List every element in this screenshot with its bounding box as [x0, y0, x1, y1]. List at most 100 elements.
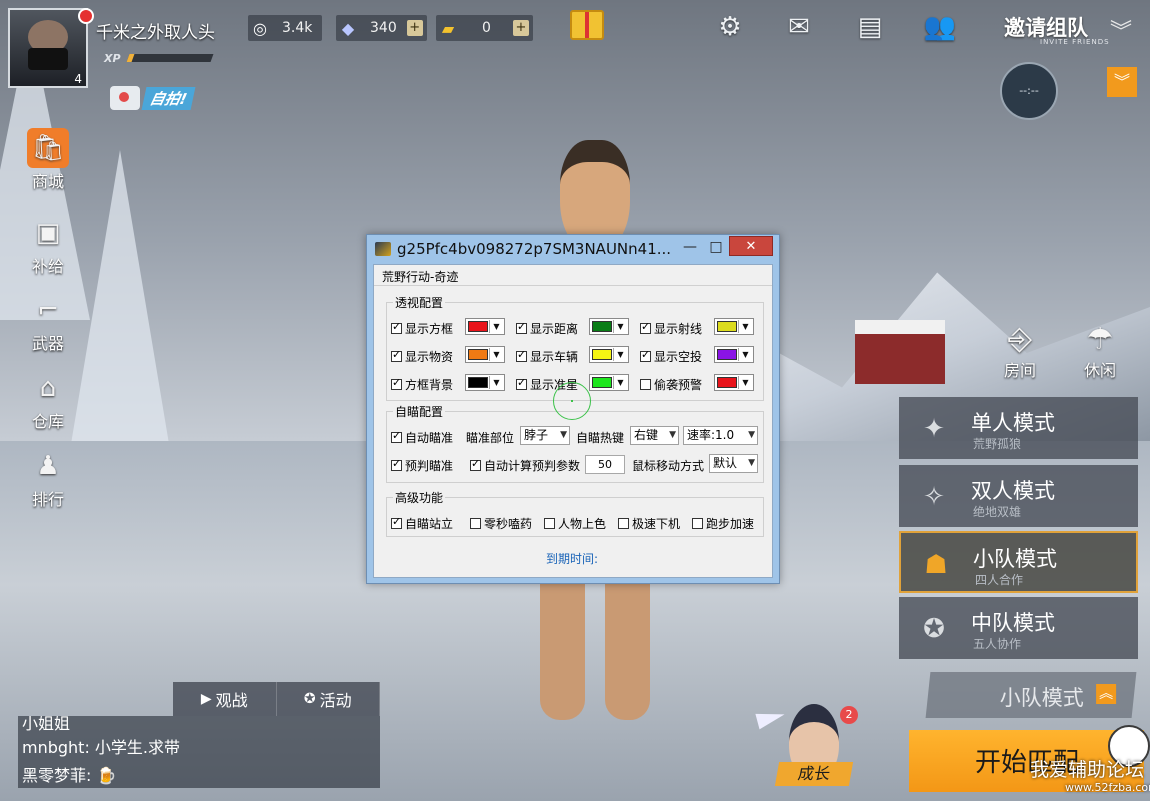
- side-nav-warehouse[interactable]: ⌂ 仓库: [18, 368, 78, 432]
- minimize-button[interactable]: —: [679, 237, 701, 257]
- side-nav-weapons[interactable]: ⌐ 武器: [18, 290, 78, 354]
- ranking-people-icon: ♟: [36, 451, 60, 481]
- door-icon: ⎆: [1008, 322, 1032, 357]
- color-picker[interactable]: ▼: [589, 318, 629, 335]
- player-level: 4: [74, 72, 82, 86]
- tab-events[interactable]: ✪ 活动: [277, 682, 380, 716]
- auto-calc-checkbox[interactable]: 自动计算预判参数: [470, 457, 580, 474]
- side-nav-supply[interactable]: ▣ 补给: [18, 213, 78, 277]
- diamond-value: 340: [370, 20, 397, 36]
- checkbox-box: [692, 518, 703, 529]
- checkbox-box: [391, 376, 402, 390]
- predict-param-input[interactable]: 50: [585, 455, 625, 474]
- avatar[interactable]: 4: [8, 8, 88, 88]
- hotkey-select[interactable]: 右键 ▼: [630, 426, 679, 445]
- checkbox-box: [470, 457, 481, 471]
- esp-option-checkbox[interactable]: 显示方框: [391, 320, 453, 337]
- ticket-currency: ▰ 0 +: [436, 15, 533, 41]
- predict-aim-checkbox[interactable]: 预判瞄准: [391, 457, 453, 474]
- aim-group-title: 自瞄配置: [393, 403, 446, 420]
- advanced-option-checkbox[interactable]: 自瞄站立: [391, 515, 453, 532]
- maximize-button[interactable]: □: [705, 237, 727, 257]
- esp-option-checkbox[interactable]: 显示车辆: [516, 348, 578, 365]
- esp-option-checkbox[interactable]: 偷袭预警: [640, 376, 702, 393]
- advanced-option-checkbox[interactable]: 跑步加速: [692, 515, 754, 532]
- color-picker[interactable]: ▼: [714, 318, 754, 335]
- checkbox-box: [391, 320, 402, 334]
- close-button[interactable]: ✕: [729, 236, 773, 256]
- color-picker[interactable]: ▼: [714, 374, 754, 391]
- player-name: 千米之外取人头: [96, 23, 215, 43]
- aim-part-select[interactable]: 脖子 ▼: [520, 426, 570, 445]
- esp-group-title: 透视配置: [393, 294, 446, 311]
- esp-option-checkbox[interactable]: 显示物资: [391, 348, 453, 365]
- checkbox-box: [516, 376, 527, 390]
- esp-option-checkbox[interactable]: 方框背景: [391, 376, 453, 393]
- mode-solo[interactable]: ✦ 单人模式 荒野孤狼: [899, 397, 1138, 459]
- settings-gear-icon[interactable]: ⚙: [714, 12, 746, 42]
- checkbox-box: [516, 320, 527, 334]
- room-button[interactable]: ⎆ 房间: [995, 322, 1045, 381]
- advanced-option-checkbox[interactable]: 人物上色: [544, 515, 606, 532]
- chevron-down-icon[interactable]: ︾: [1110, 14, 1132, 46]
- invite-friends-subtitle: INVITE FRIENDS: [1040, 38, 1110, 46]
- mail-icon[interactable]: ✉: [783, 12, 815, 42]
- esp-option-label: 方框背景: [405, 378, 454, 392]
- speed-select[interactable]: 速率:1.0 ▼: [683, 426, 758, 445]
- color-picker[interactable]: ▼: [465, 374, 505, 391]
- esp-option-checkbox[interactable]: 显示空投: [640, 348, 702, 365]
- advanced-option-checkbox[interactable]: 零秒嗑药: [470, 515, 532, 532]
- auto-aim-checkbox[interactable]: 自动瞄准: [391, 429, 453, 446]
- selfie-button[interactable]: 自拍!: [110, 86, 196, 110]
- window-titlebar[interactable]: g25Pfc4bv098272p7SM3NAUNn41... — □ ✕: [367, 235, 779, 263]
- checkbox-box: [544, 518, 555, 529]
- gift-icon[interactable]: [570, 10, 604, 40]
- mouse-mode-label: 鼠标移动方式: [632, 459, 705, 473]
- window-subtitle: 荒野行动-奇迹: [382, 270, 459, 284]
- chevron-down-icon: ▼: [489, 376, 503, 389]
- chevron-down-icon: ▼: [669, 430, 676, 440]
- color-picker[interactable]: ▼: [465, 318, 505, 335]
- add-diamond-button[interactable]: +: [406, 20, 423, 36]
- checkbox-box: [391, 515, 402, 529]
- mode-platoon[interactable]: ✪ 中队模式 五人协作: [899, 597, 1138, 659]
- red-house: [855, 320, 945, 384]
- casual-button[interactable]: ☂ 休闲: [1075, 322, 1125, 381]
- color-picker[interactable]: ▼: [589, 346, 629, 363]
- ticket-value: 0: [482, 20, 491, 36]
- chevron-down-icon: ▼: [489, 320, 503, 333]
- add-ticket-button[interactable]: +: [512, 20, 529, 36]
- window-body: 荒野行动-奇迹 透视配置 显示方框 ▼ 显示距离 ▼ 显示射线 ▼ 显示物资 ▼ 显示车辆 ▼ 显示…: [373, 264, 773, 578]
- coin-currency: ◎ 3.4k: [248, 15, 323, 41]
- checkbox-box: [391, 429, 402, 443]
- chat-panel[interactable]: 小姐姐 mnbght: 小学生.求带 黑零梦菲: 🍺: [18, 716, 380, 788]
- mode-duo[interactable]: ✧ 双人模式 绝地双雄: [899, 465, 1138, 527]
- color-swatch: [717, 349, 737, 360]
- color-swatch: [468, 321, 488, 332]
- friends-icon[interactable]: 👥: [924, 12, 956, 42]
- esp-option-checkbox[interactable]: 显示距离: [516, 320, 578, 337]
- color-picker[interactable]: ▼: [465, 346, 505, 363]
- selected-mode-tab[interactable]: 小队模式 ︽: [925, 672, 1137, 718]
- side-nav-ranking[interactable]: ♟ 排行: [18, 446, 78, 510]
- side-nav-shop[interactable]: 🛍 商城: [18, 128, 78, 192]
- checkbox-box: [640, 348, 651, 362]
- color-picker[interactable]: ▼: [714, 346, 754, 363]
- color-picker[interactable]: ▼: [589, 374, 629, 391]
- expand-chevron-icon[interactable]: ︾: [1107, 67, 1137, 97]
- checkbox-box: [640, 379, 651, 390]
- mouse-mode-select[interactable]: 默认 ▼: [709, 454, 758, 473]
- selfie-label: 自拍!: [141, 86, 196, 110]
- esp-option-checkbox[interactable]: 显示射线: [640, 320, 702, 337]
- play-icon: ▶: [200, 691, 212, 707]
- growth-badge: 2: [840, 706, 858, 724]
- clipboard-icon[interactable]: ▤: [854, 12, 886, 42]
- tab-spectate[interactable]: ▶ 观战: [173, 682, 277, 716]
- checkbox-box: [618, 518, 629, 529]
- watermark-text: 我爱辅助论坛: [1030, 759, 1145, 781]
- squad-icon: ☗: [924, 550, 948, 580]
- chevron-down-icon: ▼: [489, 348, 503, 361]
- advanced-option-checkbox[interactable]: 极速下机: [618, 515, 680, 532]
- mode-squad[interactable]: ☗ 小队模式 四人合作: [899, 531, 1138, 593]
- esp-option-label: 显示方框: [405, 322, 454, 336]
